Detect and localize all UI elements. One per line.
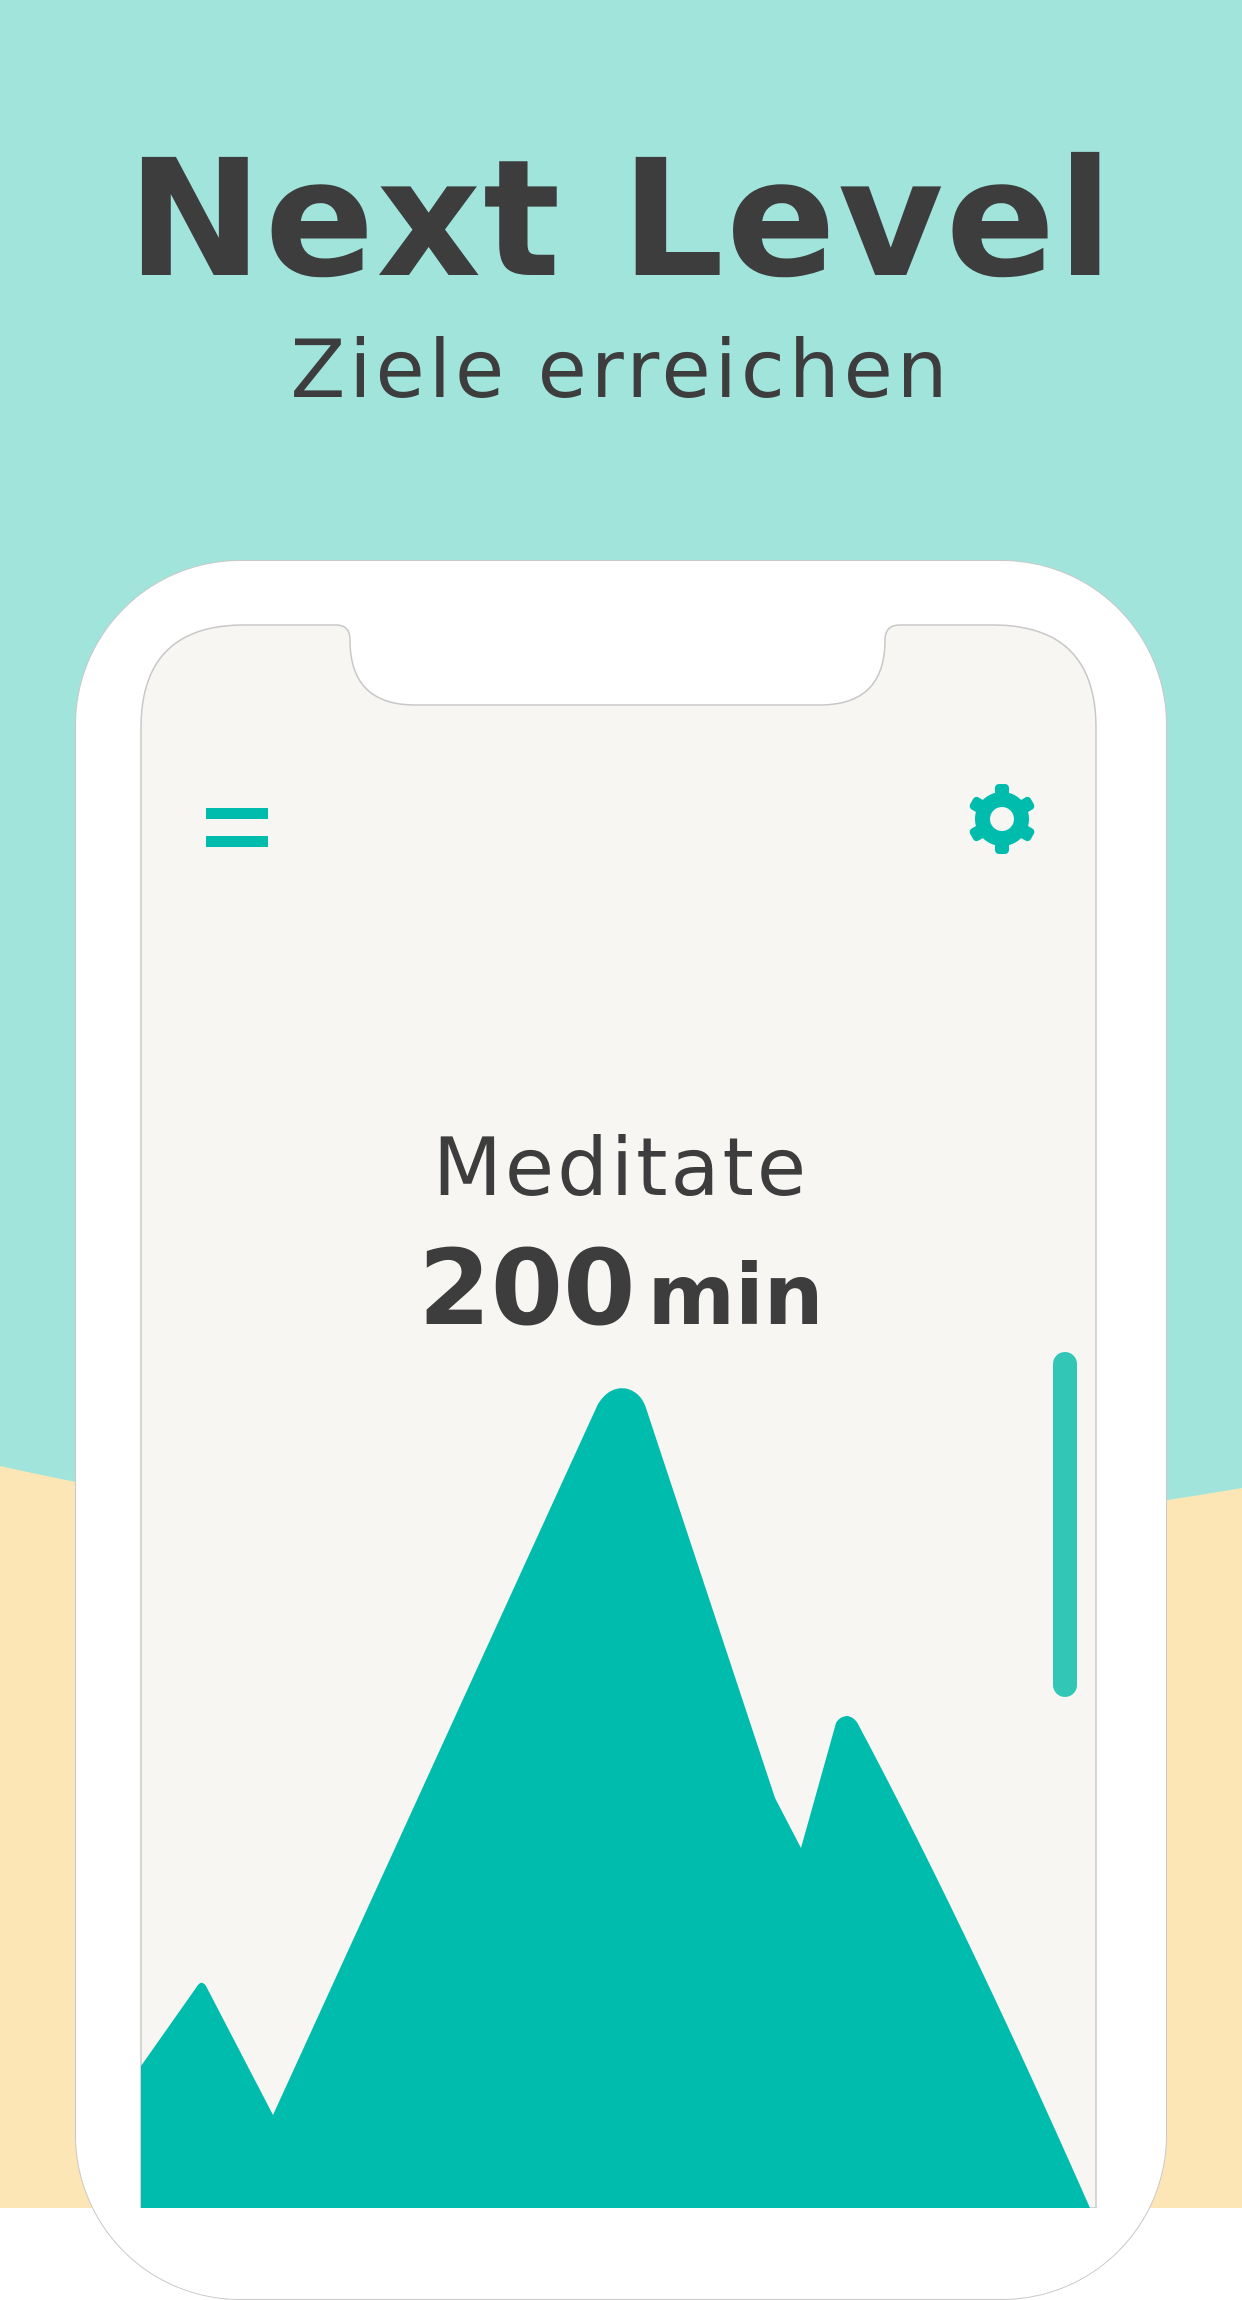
goal-unit: min [647,1246,824,1344]
menu-button[interactable] [196,798,280,862]
goal-number: 200 [418,1227,636,1349]
gear-icon [969,784,1035,854]
menu-icon-bar-top [206,808,268,819]
menu-icon-bar-bottom [206,836,268,847]
phone-screen [140,624,1097,2208]
activity-label: Meditate [432,1121,810,1214]
settings-button[interactable] [956,776,1048,868]
vertical-scroll-handle[interactable] [1053,1352,1077,1697]
